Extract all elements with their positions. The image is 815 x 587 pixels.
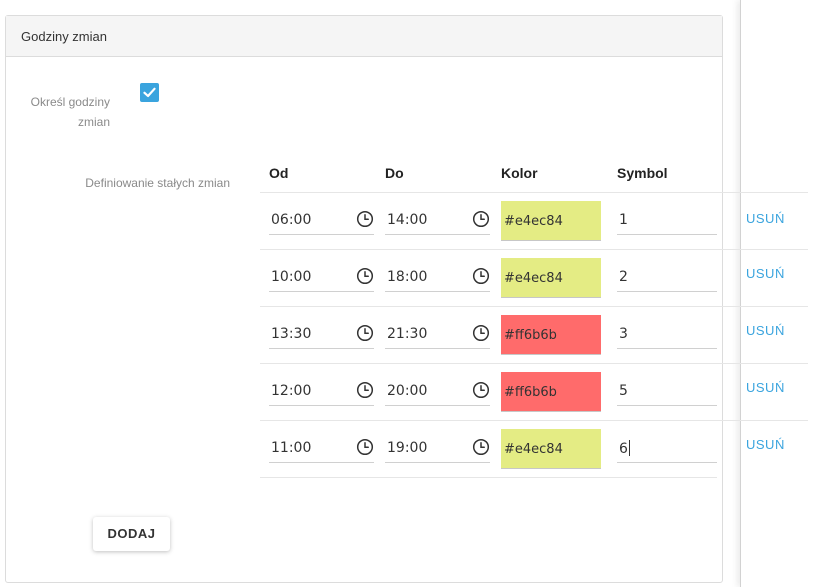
shift-color-field[interactable]: #ff6b6b bbox=[501, 315, 601, 355]
column-header-symbol: Symbol bbox=[617, 165, 668, 181]
shift-start-field[interactable]: 12:00 bbox=[269, 372, 374, 406]
clock-icon[interactable] bbox=[472, 324, 490, 347]
shift-end-field[interactable]: 14:00 bbox=[385, 201, 490, 235]
shift-start-value: 12:00 bbox=[271, 383, 312, 399]
clock-icon[interactable] bbox=[472, 438, 490, 461]
define-hours-label: Określ godziny zmian bbox=[30, 95, 110, 129]
column-header-to: Do bbox=[385, 165, 404, 181]
shift-end-value: 20:00 bbox=[387, 383, 428, 399]
text-cursor bbox=[628, 440, 630, 456]
shift-symbol-text: 1 bbox=[619, 212, 628, 228]
clock-icon[interactable] bbox=[356, 267, 374, 290]
shift-end-field[interactable]: 19:00 bbox=[385, 429, 490, 463]
clock-icon[interactable] bbox=[472, 210, 490, 233]
shift-symbol-field[interactable]: 6 bbox=[617, 429, 717, 463]
shift-start-value: 13:30 bbox=[271, 326, 312, 342]
shift-end-value: 19:00 bbox=[387, 440, 428, 456]
shift-start-value: 06:00 bbox=[271, 212, 312, 228]
shift-end-field[interactable]: 18:00 bbox=[385, 258, 490, 292]
fixed-shifts-label: Definiowanie stałych zmian bbox=[85, 176, 230, 190]
shift-end-field[interactable]: 20:00 bbox=[385, 372, 490, 406]
shift-start-field[interactable]: 11:00 bbox=[269, 429, 374, 463]
shift-end-field[interactable]: 21:30 bbox=[385, 315, 490, 349]
shift-end-value: 14:00 bbox=[387, 212, 428, 228]
remove-shift-button[interactable]: USUŃ bbox=[746, 323, 785, 338]
shift-start-value: 11:00 bbox=[271, 440, 312, 456]
clock-icon[interactable] bbox=[356, 210, 374, 233]
shift-color-value: #ff6b6b bbox=[504, 328, 557, 343]
shift-symbol-text: 5 bbox=[619, 383, 628, 399]
define-hours-checkbox[interactable] bbox=[140, 83, 159, 102]
shift-color-value: #e4ec84 bbox=[504, 214, 563, 229]
shift-symbol-field[interactable]: 1 bbox=[617, 201, 717, 235]
shift-end-value: 21:30 bbox=[387, 326, 428, 342]
shift-row: 11:00 19:00 #e4ec84 6 USUŃ bbox=[0, 421, 815, 478]
shift-color-field[interactable]: #e4ec84 bbox=[501, 258, 601, 298]
shift-symbol-value: 2 bbox=[619, 269, 628, 285]
shift-row: 06:00 14:00 #e4ec84 1 USUŃ bbox=[0, 193, 815, 250]
clock-icon[interactable] bbox=[356, 324, 374, 347]
row-divider bbox=[260, 477, 717, 478]
add-shift-button[interactable]: DODAJ bbox=[93, 517, 170, 551]
remove-shift-button[interactable]: USUŃ bbox=[746, 211, 785, 226]
clock-icon[interactable] bbox=[472, 267, 490, 290]
shift-symbol-value: 1 bbox=[619, 212, 628, 228]
clock-icon[interactable] bbox=[356, 438, 374, 461]
shift-color-field[interactable]: #ff6b6b bbox=[501, 372, 601, 412]
checkmark-icon bbox=[143, 87, 156, 98]
shift-start-field[interactable]: 10:00 bbox=[269, 258, 374, 292]
clock-icon[interactable] bbox=[356, 381, 374, 404]
column-header-from: Od bbox=[269, 165, 289, 181]
shift-start-field[interactable]: 13:30 bbox=[269, 315, 374, 349]
shift-start-value: 10:00 bbox=[271, 269, 312, 285]
shift-color-field[interactable]: #e4ec84 bbox=[501, 429, 601, 469]
shift-symbol-value: 5 bbox=[619, 383, 628, 399]
shift-row: 13:30 21:30 #ff6b6b 3 USUŃ bbox=[0, 307, 815, 364]
shift-color-value: #ff6b6b bbox=[504, 385, 557, 400]
panel-title: Godziny zmian bbox=[21, 29, 107, 44]
remove-shift-button[interactable]: USUŃ bbox=[746, 380, 785, 395]
shift-symbol-value: 6 bbox=[619, 440, 630, 457]
shift-symbol-value: 3 bbox=[619, 326, 628, 342]
shift-color-value: #e4ec84 bbox=[504, 271, 563, 286]
panel-header: Godziny zmian bbox=[6, 16, 722, 57]
shift-symbol-field[interactable]: 5 bbox=[617, 372, 717, 406]
shift-row: 12:00 20:00 #ff6b6b 5 USUŃ bbox=[0, 364, 815, 421]
shift-start-field[interactable]: 06:00 bbox=[269, 201, 374, 235]
shift-end-value: 18:00 bbox=[387, 269, 428, 285]
shift-color-value: #e4ec84 bbox=[504, 442, 563, 457]
column-header-color: Kolor bbox=[501, 165, 538, 181]
clock-icon[interactable] bbox=[472, 381, 490, 404]
shift-symbol-field[interactable]: 3 bbox=[617, 315, 717, 349]
shift-symbol-text: 2 bbox=[619, 269, 628, 285]
remove-shift-button[interactable]: USUŃ bbox=[746, 266, 785, 281]
shift-color-field[interactable]: #e4ec84 bbox=[501, 201, 601, 241]
shift-symbol-text: 3 bbox=[619, 326, 628, 342]
shift-symbol-field[interactable]: 2 bbox=[617, 258, 717, 292]
shift-symbol-text: 6 bbox=[619, 441, 628, 457]
shift-row: 10:00 18:00 #e4ec84 2 USUŃ bbox=[0, 250, 815, 307]
remove-shift-button[interactable]: USUŃ bbox=[746, 437, 785, 452]
